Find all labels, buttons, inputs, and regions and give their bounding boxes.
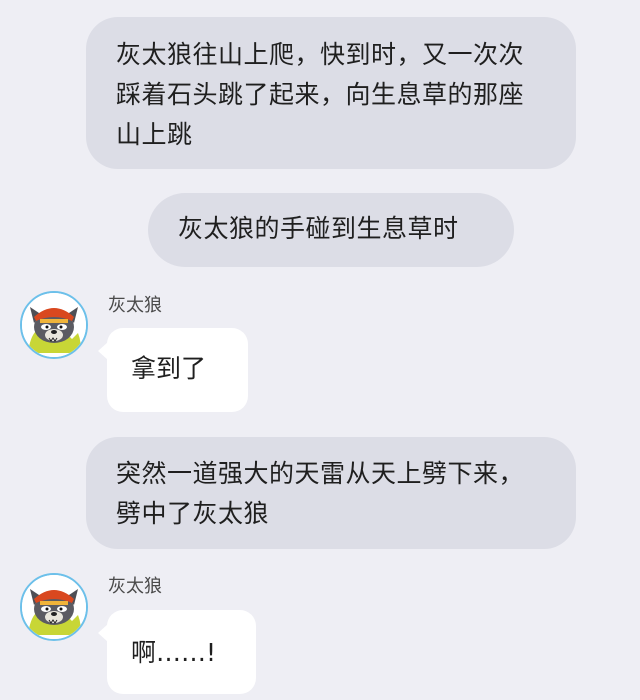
narration-bubble-1: 灰太狼往山上爬，快到时，又一次次踩着石头跳了起来，向生息草的那座山上跳: [86, 17, 576, 169]
speaker-name: 灰太狼: [108, 576, 162, 597]
narration-text: 灰太狼往山上爬，快到时，又一次次踩着石头跳了起来，向生息草的那座山上跳: [116, 40, 525, 149]
message-text: 拿到了: [131, 354, 207, 383]
speaker-name: 灰太狼: [108, 295, 162, 316]
message-bubble-2[interactable]: 啊……!: [98, 610, 256, 694]
grey-wolf-avatar-icon[interactable]: [20, 573, 88, 641]
narration-text: 突然一道强大的天雷从天上劈下来，劈中了灰太狼: [116, 459, 525, 528]
message-text: 啊……!: [131, 638, 217, 667]
narration-text: 灰太狼的手碰到生息草时: [178, 214, 459, 243]
narration-bubble-3: 突然一道强大的天雷从天上劈下来，劈中了灰太狼: [86, 437, 576, 549]
grey-wolf-avatar-icon[interactable]: [20, 291, 88, 359]
message-bubble-1[interactable]: 拿到了: [98, 328, 248, 412]
narration-bubble-2: 灰太狼的手碰到生息草时: [148, 193, 514, 267]
